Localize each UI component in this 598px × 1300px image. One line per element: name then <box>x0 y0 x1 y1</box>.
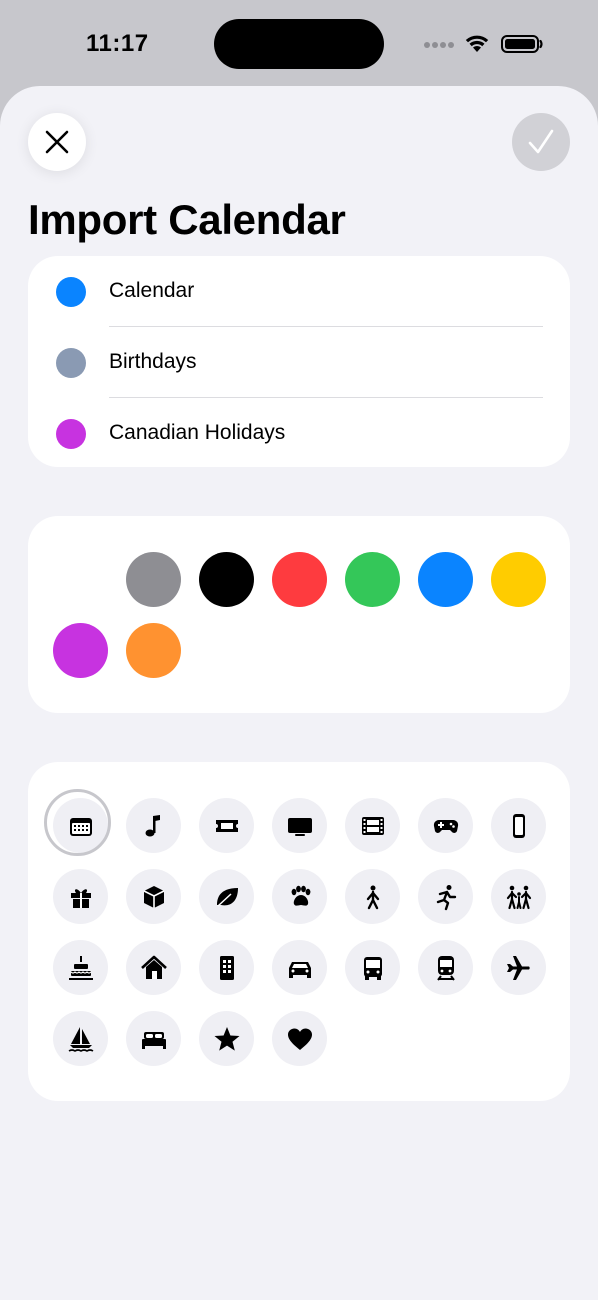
icon-option-music[interactable] <box>126 798 181 853</box>
status-bar: 11:17 <box>0 0 598 86</box>
star-icon <box>214 1026 239 1051</box>
running-figure-icon <box>436 884 456 910</box>
music-note-icon <box>145 814 160 836</box>
ticket-icon <box>215 819 238 832</box>
heart-icon <box>287 1028 312 1050</box>
icon-option-birthday-cake[interactable] <box>53 940 108 995</box>
calendar-color-dot <box>56 348 86 378</box>
color-swatch-gray[interactable] <box>126 552 181 607</box>
house-icon <box>140 955 167 979</box>
calendar-icon <box>69 817 92 836</box>
calendar-label: Canadian Holidays <box>109 421 286 444</box>
icon-option-heart[interactable] <box>272 1011 327 1066</box>
calendar-color-dot <box>56 277 86 307</box>
import-calendar-sheet: Import Calendar Calendar Birthdays Canad… <box>0 86 598 1300</box>
bus-icon <box>363 956 382 980</box>
bed-icon <box>141 1031 166 1049</box>
icon-option-gift[interactable] <box>53 869 108 924</box>
status-time: 11:17 <box>86 30 149 57</box>
walking-figure-icon <box>366 885 379 909</box>
cellular-signal-icon <box>424 42 456 48</box>
wifi-icon <box>465 35 489 52</box>
icon-option-shipping-box[interactable] <box>126 869 181 924</box>
icon-option-airplane[interactable] <box>491 940 546 995</box>
color-picker <box>28 516 570 713</box>
close-icon <box>45 130 69 154</box>
pawprint-icon <box>291 885 310 906</box>
gamecontroller-icon <box>433 819 458 833</box>
icon-option-car[interactable] <box>272 940 327 995</box>
icon-option-film[interactable] <box>345 798 400 853</box>
icon-option-building[interactable] <box>199 940 254 995</box>
airplane-icon <box>506 955 530 980</box>
sailboat-icon <box>68 1026 93 1052</box>
calendar-label: Birthdays <box>109 350 197 373</box>
icon-option-pawprint[interactable] <box>272 869 327 924</box>
icon-option-house[interactable] <box>126 940 181 995</box>
calendar-color-dot <box>56 419 86 449</box>
birthday-cake-icon <box>68 955 93 980</box>
battery-icon <box>501 35 543 53</box>
color-swatch-yellow[interactable] <box>491 552 546 607</box>
icon-option-sailboat[interactable] <box>53 1011 108 1066</box>
calendar-label: Calendar <box>109 279 195 302</box>
icon-option-tram[interactable] <box>418 940 473 995</box>
color-swatch-purple[interactable] <box>53 623 108 678</box>
color-swatch-red[interactable] <box>272 552 327 607</box>
shipping-box-icon <box>143 885 164 908</box>
car-icon <box>288 961 311 978</box>
icon-option-bed[interactable] <box>126 1011 181 1066</box>
icon-option-star[interactable] <box>199 1011 254 1066</box>
color-swatch-orange[interactable] <box>126 623 181 678</box>
list-item-canadian-holidays[interactable]: Canadian Holidays <box>28 398 570 468</box>
icon-option-calendar[interactable] <box>44 789 111 856</box>
film-icon <box>361 816 384 835</box>
icon-option-ticket[interactable] <box>199 798 254 853</box>
leaf-icon <box>216 887 238 907</box>
iphone-icon <box>512 813 525 838</box>
icon-option-bus[interactable] <box>345 940 400 995</box>
tv-icon <box>287 817 312 836</box>
color-swatch-green[interactable] <box>345 552 400 607</box>
list-item-calendar[interactable]: Calendar <box>28 256 570 326</box>
list-item-birthdays[interactable]: Birthdays <box>28 327 570 397</box>
dynamic-island <box>214 19 384 69</box>
close-button[interactable] <box>28 113 86 171</box>
done-button[interactable] <box>512 113 570 171</box>
page-title: Import Calendar <box>28 196 346 243</box>
icon-option-walking[interactable] <box>345 869 400 924</box>
icon-option-tv[interactable] <box>272 798 327 853</box>
family-icon <box>506 885 531 909</box>
icon-picker <box>28 762 570 1101</box>
icon-option-iphone[interactable] <box>491 798 546 853</box>
gift-icon <box>70 888 91 908</box>
icon-option-family[interactable] <box>491 869 546 924</box>
calendar-list: Calendar Birthdays Canadian Holidays <box>28 256 570 467</box>
color-swatch-blue[interactable] <box>418 552 473 607</box>
building-icon <box>219 955 234 980</box>
tram-icon <box>436 955 455 981</box>
color-swatch-black[interactable] <box>199 552 254 607</box>
checkmark-icon <box>528 129 554 154</box>
icon-option-running[interactable] <box>418 869 473 924</box>
icon-option-gamecontroller[interactable] <box>418 798 473 853</box>
icon-option-leaf[interactable] <box>199 869 254 924</box>
